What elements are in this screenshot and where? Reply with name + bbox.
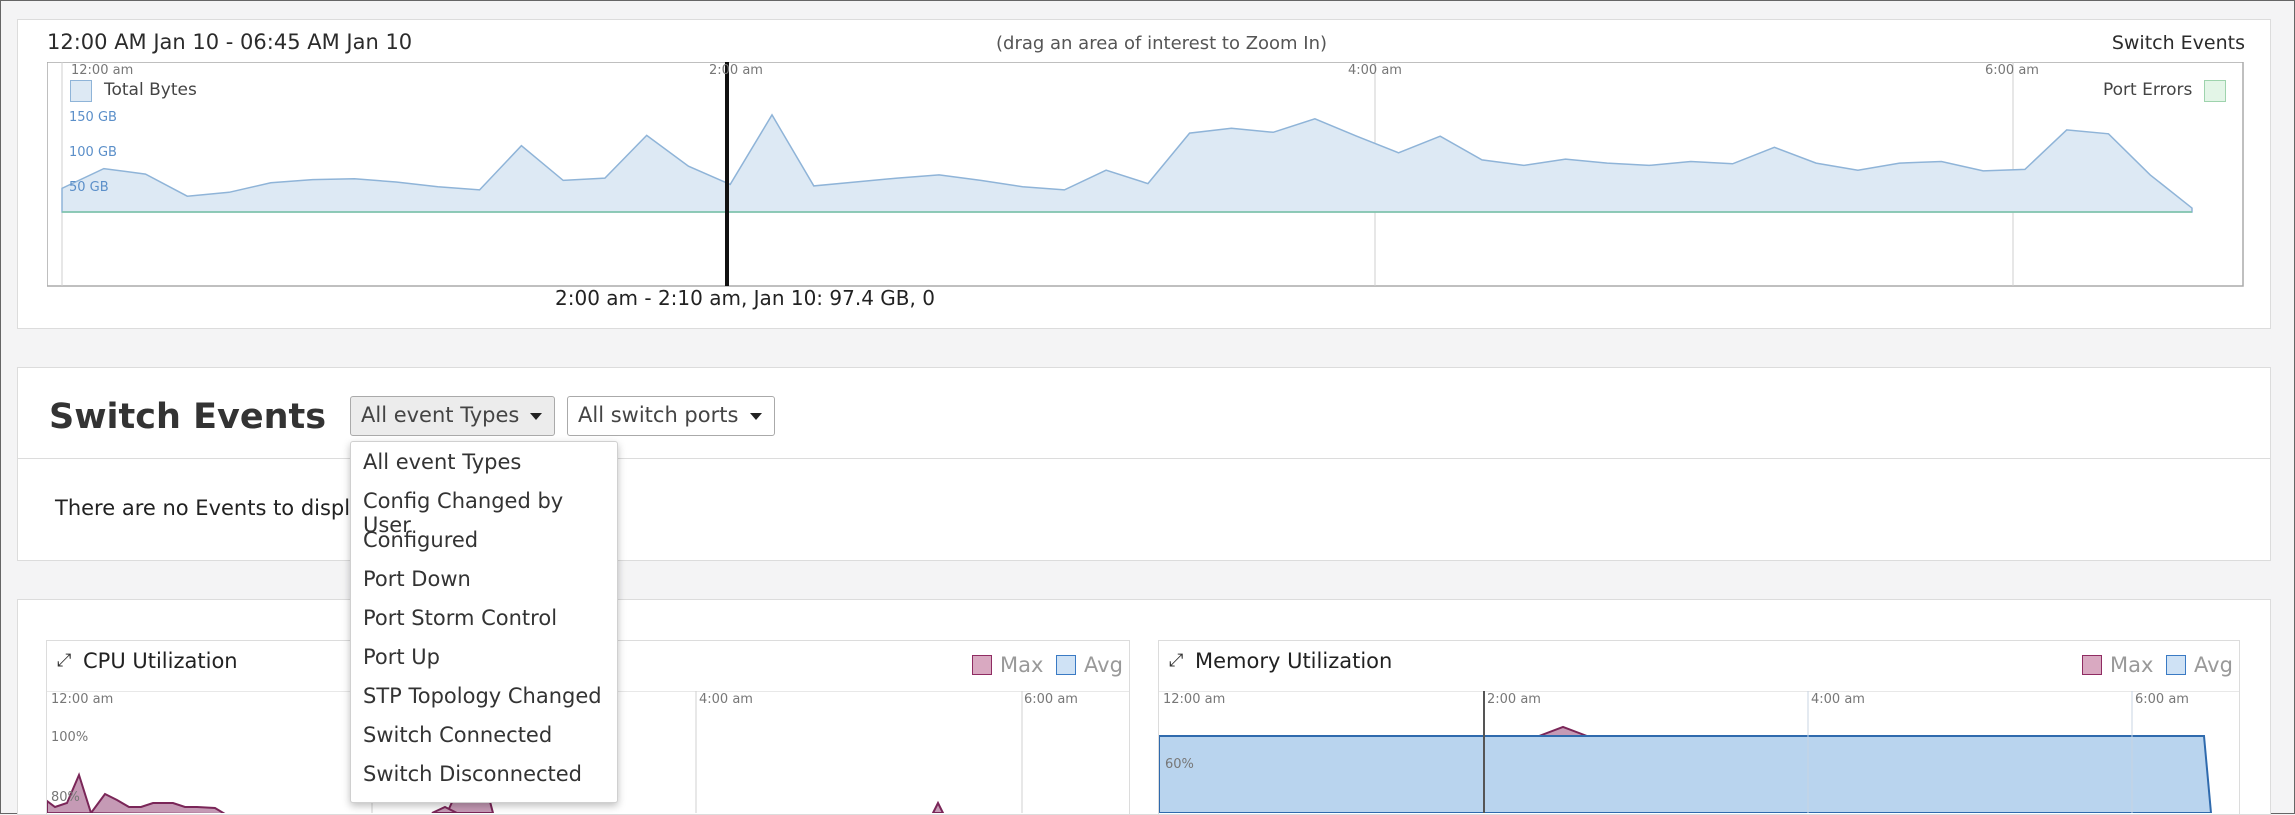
event-type-dropdown[interactable]: All event Types bbox=[350, 396, 555, 436]
memory-max-area bbox=[1538, 725, 1588, 737]
menu-item-all-event-types[interactable]: All event Types bbox=[363, 450, 521, 474]
timeline-panel: 12:00 AM Jan 10 - 06:45 AM Jan 10 (drag … bbox=[17, 19, 2271, 329]
timeline-range-label: 12:00 AM Jan 10 - 06:45 AM Jan 10 bbox=[47, 30, 413, 54]
memory-max-swatch bbox=[2082, 655, 2102, 675]
memory-tick-2: 4:00 am bbox=[1811, 692, 1865, 707]
cursor-readout: 2:00 am - 2:10 am, Jan 10: 97.4 GB, 0 bbox=[555, 286, 935, 310]
cpu-max-label: Max bbox=[1000, 653, 1044, 677]
total-bytes-legend-label: Total Bytes bbox=[104, 80, 197, 100]
expand-icon[interactable]: ⤢ bbox=[57, 650, 71, 671]
switch-port-dropdown[interactable]: All switch ports bbox=[567, 396, 775, 436]
timeline-tick-2: 4:00 am bbox=[1348, 63, 1402, 78]
memory-max-label: Max bbox=[2110, 653, 2154, 677]
cpu-tick-2: 6:00 am bbox=[1024, 692, 1078, 707]
memory-tick-1: 2:00 am bbox=[1487, 692, 1541, 707]
switch-port-selected: All switch ports bbox=[578, 403, 739, 427]
menu-item-port-down[interactable]: Port Down bbox=[363, 567, 471, 591]
timeline-y-150: 150 GB bbox=[69, 110, 117, 125]
memory-utilization-card: ⤢ Memory Utilization Max Avg 12:00 am 2:… bbox=[1158, 640, 2240, 815]
timeline-tick-3: 6:00 am bbox=[1985, 63, 2039, 78]
total-bytes-legend-swatch bbox=[70, 80, 92, 102]
timeline-y-50: 50 GB bbox=[69, 180, 109, 195]
timeline-y-100: 100 GB bbox=[69, 145, 117, 160]
menu-item-switch-disconnected[interactable]: Switch Disconnected bbox=[363, 762, 582, 786]
port-errors-legend-label: Port Errors bbox=[2103, 80, 2193, 100]
expand-icon[interactable]: ⤢ bbox=[1169, 650, 1183, 671]
chevron-down-icon bbox=[750, 413, 762, 420]
menu-item-switch-connected[interactable]: Switch Connected bbox=[363, 723, 552, 747]
timeline-chart[interactable] bbox=[47, 62, 2245, 288]
menu-item-configured[interactable]: Configured bbox=[363, 528, 478, 552]
menu-item-port-storm-control[interactable]: Port Storm Control bbox=[363, 606, 557, 630]
memory-tick-0: 12:00 am bbox=[1163, 692, 1226, 707]
memory-chart-title: Memory Utilization bbox=[1195, 649, 1393, 673]
cpu-avg-swatch bbox=[1056, 655, 1076, 675]
cpu-avg-label: Avg bbox=[1084, 653, 1123, 677]
cpu-chart-title: CPU Utilization bbox=[83, 649, 238, 673]
menu-item-port-up[interactable]: Port Up bbox=[363, 645, 440, 669]
memory-y-60: 60% bbox=[1165, 757, 1194, 772]
timeline-right-title: Switch Events bbox=[2111, 32, 2245, 54]
memory-tick-3: 6:00 am bbox=[2135, 692, 2189, 707]
zoom-hint: (drag an area of interest to Zoom In) bbox=[996, 33, 1328, 54]
memory-avg-swatch bbox=[2166, 655, 2186, 675]
empty-events-text: There are no Events to display bbox=[55, 496, 376, 520]
cpu-y-100: 100% bbox=[51, 730, 89, 745]
event-type-menu: All event Types Config Changed by User C… bbox=[350, 441, 618, 803]
chevron-down-icon bbox=[530, 413, 542, 420]
switch-events-title: Switch Events bbox=[49, 397, 327, 437]
cpu-max-area-far bbox=[931, 800, 945, 813]
timeline-tick-0: 12:00 am bbox=[71, 63, 134, 78]
timeline-tick-1: 2:00 am bbox=[709, 63, 763, 78]
cpu-tick-0: 12:00 am bbox=[51, 692, 114, 707]
memory-avg-area bbox=[1159, 735, 2213, 813]
port-errors-legend-swatch bbox=[2204, 80, 2226, 102]
cpu-y-80: 80% bbox=[51, 790, 80, 805]
memory-chart[interactable] bbox=[1159, 691, 2239, 813]
cpu-max-swatch bbox=[972, 655, 992, 675]
event-type-selected: All event Types bbox=[361, 403, 520, 427]
app-frame: 12:00 AM Jan 10 - 06:45 AM Jan 10 (drag … bbox=[0, 0, 2295, 815]
cpu-tick-1: 4:00 am bbox=[699, 692, 753, 707]
memory-avg-label: Avg bbox=[2194, 653, 2233, 677]
menu-item-stp-topology-changed[interactable]: STP Topology Changed bbox=[363, 684, 602, 708]
